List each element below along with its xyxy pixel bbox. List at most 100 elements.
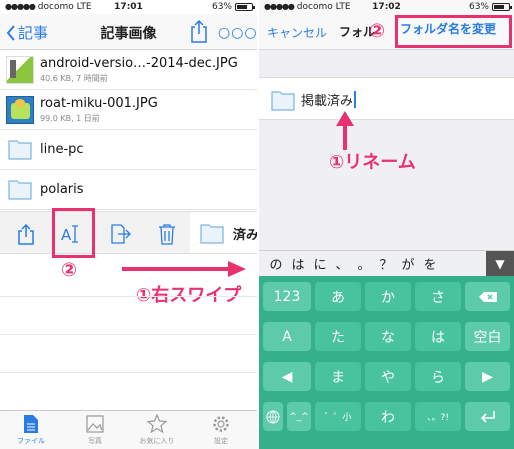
candidate-item[interactable]: ？ bbox=[375, 254, 397, 273]
tab-bar: ファイル 写真 お気に入り 設定 bbox=[0, 410, 257, 449]
key-emoticon[interactable]: ^_^ bbox=[287, 402, 311, 431]
key-return[interactable] bbox=[465, 402, 510, 431]
right-screen: ●●●●● docomo LTE 17:02 63% キャンセル フォル フォル… bbox=[259, 0, 514, 449]
file-thumbnail bbox=[6, 56, 34, 84]
key-delete[interactable] bbox=[465, 282, 510, 311]
key-ya[interactable]: や bbox=[365, 362, 411, 391]
key-globe[interactable] bbox=[263, 402, 283, 431]
key-label: 、。?! bbox=[427, 413, 449, 423]
swipe-annotation: ①右スワイプ bbox=[136, 285, 242, 306]
arrow-right-icon: ▶ bbox=[482, 368, 493, 385]
expand-candidates-button[interactable]: ▼ bbox=[486, 251, 514, 277]
tab-photos[interactable]: 写真 bbox=[72, 414, 118, 446]
text-caret bbox=[354, 91, 357, 108]
divider bbox=[0, 334, 257, 335]
list-item[interactable]: android-versio…-2014-dec.JPG 40.6 KB, 7 … bbox=[0, 51, 257, 90]
key-label: か bbox=[381, 289, 395, 306]
folder-name: line-pc bbox=[40, 142, 84, 157]
key-label: ま bbox=[331, 369, 345, 386]
candidate-item[interactable]: が bbox=[397, 254, 419, 273]
move-action-button[interactable] bbox=[106, 221, 134, 247]
folder-icon bbox=[8, 140, 32, 160]
key-alphabet[interactable]: A bbox=[263, 322, 311, 351]
arrow-up-icon bbox=[336, 111, 354, 150]
swipe-actions: A 済み bbox=[0, 211, 257, 254]
nav-bar: 記事 記事画像 ○○○ bbox=[0, 14, 257, 50]
status-battery: 63% bbox=[469, 0, 512, 14]
key-ma[interactable]: ま bbox=[315, 362, 361, 391]
key-label: た bbox=[331, 329, 345, 346]
key-label: ^_^ bbox=[289, 411, 309, 422]
key-label: 123 bbox=[273, 288, 301, 305]
list-item[interactable]: line-pc bbox=[0, 131, 257, 170]
key-label: ら bbox=[431, 369, 445, 386]
tab-files[interactable]: ファイル bbox=[8, 414, 54, 446]
candidate-item[interactable]: 、 bbox=[331, 254, 353, 273]
trash-icon bbox=[159, 224, 175, 245]
arrow-left-icon: ◀ bbox=[281, 368, 293, 385]
return-icon bbox=[480, 410, 495, 423]
folder-name-input[interactable]: 掲載済み bbox=[301, 90, 357, 109]
folder-name: 済み bbox=[233, 228, 257, 243]
tab-label: ファイル bbox=[17, 437, 45, 445]
candidate-item[interactable]: に bbox=[309, 254, 331, 273]
folder-name: polaris bbox=[40, 182, 84, 197]
folder-icon bbox=[271, 91, 295, 111]
chevron-down-icon: ▼ bbox=[495, 257, 505, 271]
list-item[interactable]: roat-miku-001.JPG 99.0 KB, 1 日前 bbox=[0, 91, 257, 130]
folder-icon bbox=[200, 224, 224, 244]
more-icon: ○○○ bbox=[218, 25, 257, 41]
tab-label: 設定 bbox=[214, 437, 228, 445]
file-name: android-versio…-2014-dec.JPG bbox=[40, 56, 238, 71]
file-name: roat-miku-001.JPG bbox=[40, 96, 158, 111]
key-ra[interactable]: ら bbox=[415, 362, 461, 391]
candidate-item[interactable]: を bbox=[419, 254, 441, 273]
folder-name-row: 掲載済み bbox=[259, 77, 514, 120]
left-screen: ●●●●● docomo LTE 17:01 63% 記事 記事画像 ○○○ a… bbox=[0, 0, 257, 449]
key-a[interactable]: あ bbox=[315, 282, 361, 311]
key-space[interactable]: 空白 bbox=[465, 322, 510, 351]
rename-annotation: ①リネーム bbox=[329, 152, 416, 173]
tab-label: お気に入り bbox=[139, 437, 175, 445]
share-button[interactable] bbox=[190, 19, 208, 47]
share-action-button[interactable] bbox=[12, 221, 40, 247]
more-button[interactable]: ○○○ bbox=[218, 25, 257, 41]
keyboard: 123 あ か さ A た な は 空白 ◀ ま や ら ▶ ^_^ ゛゜小 わ… bbox=[259, 276, 514, 449]
candidate-item[interactable]: の bbox=[265, 254, 287, 273]
key-label: A bbox=[282, 328, 292, 345]
battery-icon bbox=[235, 3, 255, 11]
key-punctuation[interactable]: 、。?! bbox=[415, 402, 461, 431]
key-ta[interactable]: た bbox=[315, 322, 361, 351]
key-numbers[interactable]: 123 bbox=[263, 282, 311, 311]
status-bar: ●●●●● docomo LTE 17:02 63% bbox=[259, 0, 514, 14]
key-wa[interactable]: わ bbox=[365, 402, 411, 431]
key-label: な bbox=[381, 329, 395, 346]
battery-icon bbox=[492, 3, 512, 11]
file-thumbnail bbox=[6, 96, 34, 124]
divider bbox=[0, 372, 257, 373]
key-label: さ bbox=[431, 289, 445, 306]
backspace-icon bbox=[478, 291, 497, 302]
status-battery: 63% bbox=[211, 0, 255, 14]
candidate-item[interactable]: は bbox=[287, 254, 309, 273]
key-left[interactable]: ◀ bbox=[263, 362, 311, 391]
key-sa[interactable]: さ bbox=[415, 282, 461, 311]
star-icon bbox=[147, 414, 167, 434]
key-dakuten[interactable]: ゛゜小 bbox=[315, 402, 361, 431]
photo-icon bbox=[86, 415, 104, 433]
gear-icon bbox=[213, 416, 229, 432]
delete-action-button[interactable] bbox=[153, 221, 181, 247]
tab-settings[interactable]: 設定 bbox=[198, 414, 244, 446]
battery-percent: 63% bbox=[211, 2, 232, 12]
key-na[interactable]: な bbox=[365, 322, 411, 351]
file-meta: 99.0 KB, 1 日前 bbox=[40, 114, 100, 123]
key-ka[interactable]: か bbox=[365, 282, 411, 311]
key-right[interactable]: ▶ bbox=[465, 362, 510, 391]
cancel-button[interactable]: キャンセル bbox=[267, 24, 327, 41]
candidate-item[interactable]: 。 bbox=[353, 254, 375, 273]
rename-highlight-box bbox=[395, 15, 512, 48]
key-ha[interactable]: は bbox=[415, 322, 461, 351]
list-item[interactable]: polaris bbox=[0, 171, 257, 210]
tab-favorites[interactable]: お気に入り bbox=[134, 414, 180, 446]
swiped-folder-row[interactable]: 済み bbox=[190, 212, 257, 253]
